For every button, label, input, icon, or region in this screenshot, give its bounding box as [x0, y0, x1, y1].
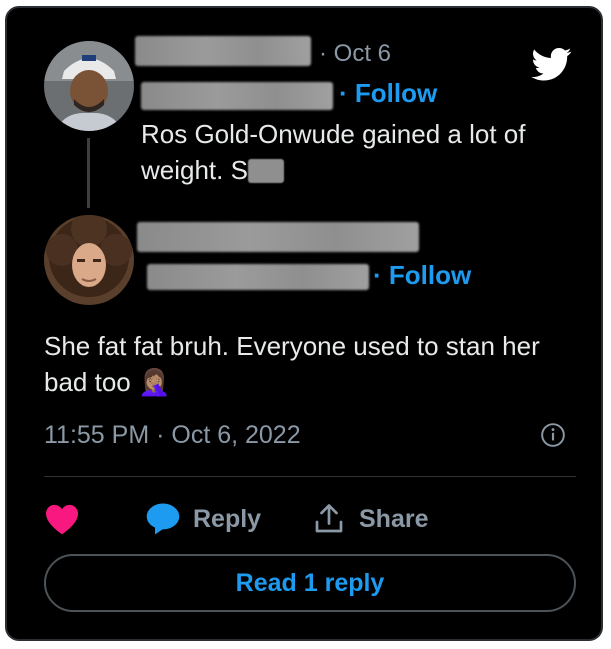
parent-tweet-text: Ros Gold-Onwude gained a lot of weight. …: [141, 116, 525, 188]
share-button[interactable]: Share: [311, 495, 428, 543]
actions-divider: [44, 476, 576, 477]
read-replies-label: Read 1 reply: [235, 568, 385, 597]
read-replies-button[interactable]: Read 1 reply: [44, 554, 576, 612]
reply-label: Reply: [193, 504, 262, 533]
reply-tweet-line2-text: bad too: [44, 367, 131, 397]
share-label: Share: [359, 504, 429, 533]
heart-icon: [46, 504, 78, 535]
reply-tweet-text: She fat fat bruh. Everyone used to stan …: [44, 328, 540, 400]
reply-author-avatar[interactable]: [44, 215, 134, 305]
parent-author-avatar[interactable]: [44, 41, 134, 131]
tweet-embed-card: · Oct 6 · Follow Ros Gold-Onwude gained …: [5, 6, 603, 641]
parent-tweet-line1: Ros Gold-Onwude gained a lot of: [141, 119, 526, 149]
reply-author-name-redacted: [137, 222, 419, 252]
reply-author-handle-redacted: [147, 264, 369, 290]
twitter-bird-icon[interactable]: [529, 44, 575, 84]
reply-tweet-line1: She fat fat bruh. Everyone used to stan …: [44, 331, 540, 361]
share-upload-icon: [315, 504, 343, 533]
facepalm-emoji: 🤦🏽‍♀️: [137, 367, 171, 397]
thread-connector-line: [87, 138, 90, 208]
reply-timestamp[interactable]: 11:55 PM · Oct 6, 2022: [44, 421, 301, 450]
reply-follow-link[interactable]: · Follow: [373, 260, 471, 291]
speech-bubble-icon: [146, 503, 180, 535]
parent-follow-link[interactable]: · Follow: [339, 78, 437, 109]
parent-tweet-line2-text: weight. S: [141, 155, 248, 185]
parent-author-name-redacted: [135, 36, 311, 66]
parent-tweet-date[interactable]: · Oct 6: [319, 40, 391, 68]
info-icon[interactable]: [540, 422, 566, 448]
parent-tweet-line2: weight. S: [141, 152, 525, 188]
redacted-text-block: [247, 159, 284, 183]
like-button[interactable]: [44, 495, 80, 543]
reply-tweet-line2: bad too 🤦🏽‍♀️: [44, 364, 540, 400]
reply-button[interactable]: Reply: [145, 495, 261, 543]
parent-author-handle-redacted: [141, 82, 333, 110]
